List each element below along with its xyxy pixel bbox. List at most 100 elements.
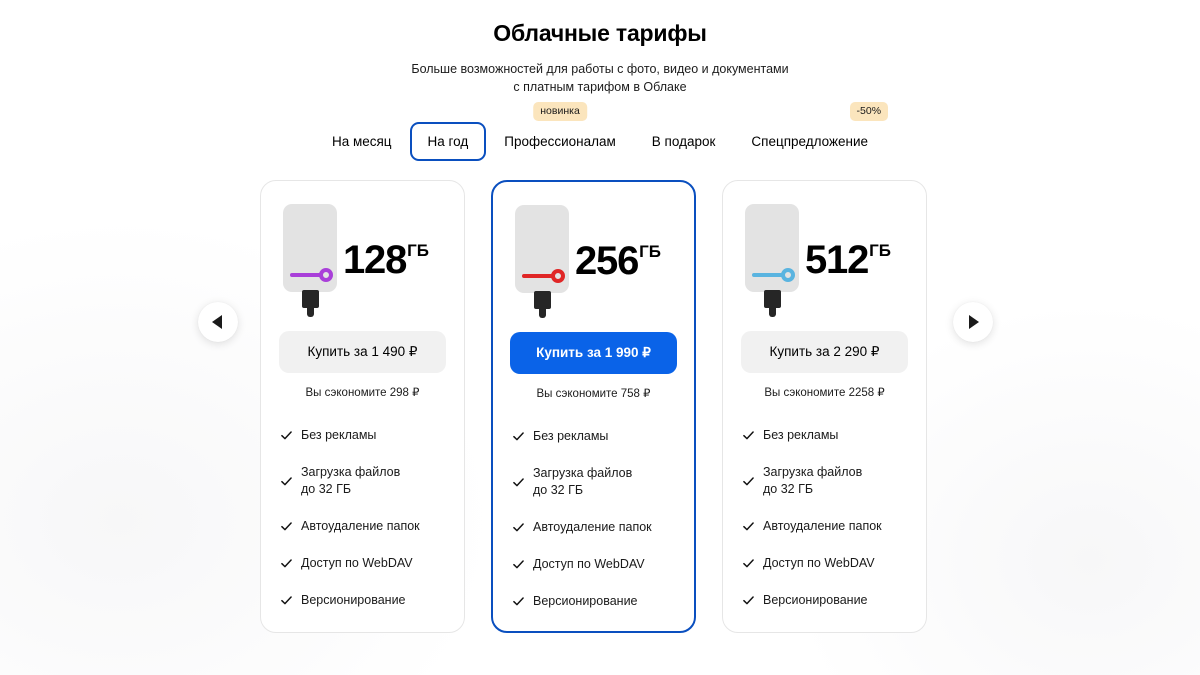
checkmark-icon bbox=[513, 432, 524, 441]
plan-feature-item: Доступ по WebDAV bbox=[513, 556, 694, 573]
plan-feature-item: Версионирование bbox=[513, 593, 694, 610]
hard-drive-ring bbox=[319, 268, 333, 282]
plan-card-list: 128 ГБ Купить за 1 490 ₽ Вы сэкономите 298 … bbox=[260, 180, 927, 633]
checkmark-icon bbox=[513, 477, 524, 486]
plan-feature-list: Без рекламы Загрузка файлов до 32 ГБ Автоуд… bbox=[493, 428, 694, 610]
hard-drive-icon bbox=[515, 205, 569, 318]
checkmark-icon bbox=[513, 560, 524, 569]
plan-feature-item: Версионирование bbox=[743, 592, 926, 609]
tab-5[interactable]: -50% Спецпредложение bbox=[733, 102, 889, 161]
page-title: Облачные тарифы bbox=[493, 20, 707, 46]
tab-4[interactable]: В подарок bbox=[634, 122, 734, 161]
buy-button[interactable]: Купить за 1 490 ₽ bbox=[279, 331, 446, 373]
plan-feature-text: Доступ по WebDAV bbox=[533, 556, 645, 573]
plan-feature-line1: Загрузка файлов bbox=[763, 465, 863, 479]
checkmark-icon bbox=[513, 597, 524, 606]
plan-feature-text: Автоудаление папок bbox=[763, 518, 882, 535]
plan-feature-item: Загрузка файлов до 32 ГБ bbox=[743, 464, 926, 498]
tab-2[interactable]: На год bbox=[409, 122, 487, 161]
page-header: Облачные тарифы Больше возможностей для … bbox=[0, 18, 1200, 96]
plan-feature-item: Автоудаление папок bbox=[281, 518, 464, 535]
plan-card-head: 128 ГБ bbox=[261, 181, 464, 331]
tab-3[interactable]: новинка Профессионалам bbox=[486, 102, 634, 161]
plan-feature-text: Доступ по WebDAV bbox=[763, 555, 875, 572]
tab-1[interactable]: На месяц bbox=[314, 122, 410, 161]
usb-plug-pin bbox=[769, 306, 776, 317]
plan-storage-size: 512 ГБ bbox=[805, 238, 891, 282]
plan-storage-size: 128 ГБ bbox=[343, 238, 429, 282]
plan-feature-text: Версионирование bbox=[301, 592, 406, 609]
plan-feature-line1: Автоудаление папок bbox=[301, 519, 420, 533]
plan-feature-text: Загрузка файлов до 32 ГБ bbox=[533, 465, 632, 499]
checkmark-icon bbox=[281, 596, 292, 605]
plan-feature-text: Доступ по WebDAV bbox=[301, 555, 413, 572]
checkmark-icon bbox=[743, 596, 754, 605]
page-subtitle: Больше возможностей для работы с фото, в… bbox=[0, 60, 1200, 96]
plan-feature-item: Без рекламы bbox=[743, 427, 926, 444]
savings-label: Вы сэкономите 758 ₽ bbox=[536, 388, 651, 400]
hard-drive-ring bbox=[551, 269, 565, 283]
plan-feature-item: Доступ по WebDAV bbox=[743, 555, 926, 572]
plan-period-tabs: На месяц На год новинка Профессионалам В под… bbox=[0, 102, 1200, 161]
plan-feature-line1: Версионирование bbox=[301, 593, 406, 607]
page-subtitle-line1: Больше возможностей для работы с фото, в… bbox=[411, 62, 789, 76]
plan-storage-unit: ГБ bbox=[407, 241, 429, 260]
pricing-page: Облачные тарифы Больше возможностей для … bbox=[0, 0, 1200, 675]
buy-button[interactable]: Купить за 2 290 ₽ bbox=[741, 331, 908, 373]
plan-feature-line1: Без рекламы bbox=[533, 429, 609, 443]
chevron-left-icon bbox=[212, 315, 222, 329]
plan-feature-line2: до 32 ГБ bbox=[301, 482, 352, 496]
plan-storage-size: 256 ГБ bbox=[575, 239, 661, 283]
checkmark-icon bbox=[281, 522, 292, 531]
plan-card[interactable]: 512 ГБ Купить за 2 290 ₽ Вы сэкономите 2258… bbox=[722, 180, 927, 633]
checkmark-icon bbox=[513, 523, 524, 532]
plan-feature-line1: Автоудаление папок bbox=[763, 519, 882, 533]
plan-feature-line1: Версионирование bbox=[533, 594, 638, 608]
plan-storage-number: 128 bbox=[343, 238, 407, 282]
plan-feature-text: Загрузка файлов до 32 ГБ bbox=[763, 464, 862, 498]
plan-feature-line1: Загрузка файлов bbox=[301, 465, 401, 479]
hard-drive-icon bbox=[745, 204, 799, 317]
carousel-next-button[interactable] bbox=[953, 302, 993, 342]
checkmark-icon bbox=[743, 476, 754, 485]
checkmark-icon bbox=[281, 476, 292, 485]
plan-feature-line1: Автоудаление папок bbox=[533, 520, 652, 534]
plan-feature-text: Без рекламы bbox=[533, 428, 608, 445]
plan-feature-line1: Доступ по WebDAV bbox=[533, 557, 645, 571]
checkmark-icon bbox=[281, 431, 292, 440]
plan-card[interactable]: 128 ГБ Купить за 1 490 ₽ Вы сэкономите 298 … bbox=[260, 180, 465, 633]
plan-card-head: 512 ГБ bbox=[723, 181, 926, 331]
plan-feature-item: Без рекламы bbox=[513, 428, 694, 445]
usb-plug-pin bbox=[307, 306, 314, 317]
checkmark-icon bbox=[743, 559, 754, 568]
hard-drive-ring bbox=[781, 268, 795, 282]
carousel-prev-button[interactable] bbox=[198, 302, 238, 342]
plan-storage-unit: ГБ bbox=[869, 241, 891, 260]
plan-feature-text: Без рекламы bbox=[763, 427, 838, 444]
plan-feature-text: Автоудаление папок bbox=[301, 518, 420, 535]
plan-feature-list: Без рекламы Загрузка файлов до 32 ГБ Автоуд… bbox=[723, 427, 926, 609]
plan-card-head: 256 ГБ bbox=[493, 182, 694, 332]
plan-feature-text: Загрузка файлов до 32 ГБ bbox=[301, 464, 400, 498]
plan-feature-text: Без рекламы bbox=[301, 427, 376, 444]
plan-feature-item: Загрузка файлов до 32 ГБ bbox=[281, 464, 464, 498]
plan-feature-item: Версионирование bbox=[281, 592, 464, 609]
tab-label: Профессионалам bbox=[504, 134, 616, 149]
plan-feature-line2: до 32 ГБ bbox=[533, 483, 584, 497]
tab-label: Спецпредложение bbox=[751, 134, 869, 149]
plan-feature-line1: Доступ по WebDAV bbox=[301, 556, 413, 570]
plan-card[interactable]: 256 ГБ Купить за 1 990 ₽ Вы сэкономите 758 … bbox=[491, 180, 696, 633]
plan-feature-text: Автоудаление папок bbox=[533, 519, 652, 536]
plan-feature-item: Доступ по WebDAV bbox=[281, 555, 464, 572]
buy-button[interactable]: Купить за 1 990 ₽ bbox=[510, 332, 677, 374]
plan-storage-number: 512 bbox=[805, 238, 869, 282]
plan-feature-line2: до 32 ГБ bbox=[763, 482, 814, 496]
tab-badge: новинка bbox=[533, 102, 587, 121]
plan-feature-item: Автоудаление папок bbox=[743, 518, 926, 535]
checkmark-icon bbox=[743, 431, 754, 440]
checkmark-icon bbox=[281, 559, 292, 568]
savings-label: Вы сэкономите 2258 ₽ bbox=[764, 387, 885, 399]
tab-label: На год bbox=[427, 134, 469, 149]
tab-label: На месяц bbox=[331, 134, 392, 149]
chevron-right-icon bbox=[969, 315, 979, 329]
